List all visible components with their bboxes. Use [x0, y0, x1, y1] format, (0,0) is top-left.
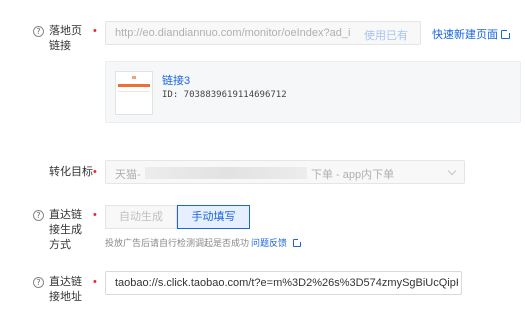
required-mark: • — [93, 25, 97, 37]
feedback-link[interactable]: 问题反馈 — [251, 238, 302, 248]
required-mark: • — [93, 209, 97, 221]
landing-page-label: 落地页链接 — [49, 25, 82, 52]
quick-new-page-label[interactable]: 快速新建页面 — [432, 29, 498, 41]
landing-page-title-link[interactable]: 链接3 — [162, 72, 190, 88]
help-icon[interactable]: ? — [33, 210, 44, 221]
deeplink-address-label: 直达链接地址 — [49, 276, 82, 303]
deeplink-hint-text: 投放广告后请自行检测调起是否成功 — [105, 238, 250, 248]
external-link-icon[interactable] — [501, 29, 511, 39]
landing-page-id: ID: 7038839619114696712 — [162, 90, 287, 100]
deeplink-mode-label: 直达链接生成方式 — [49, 209, 82, 251]
conversion-value-prefix: 天猫- — [115, 169, 141, 181]
conversion-value-suffix: 下单 - app内下单 — [311, 169, 395, 181]
redacted-text — [145, 167, 307, 179]
feedback-label[interactable]: 问题反馈 — [251, 238, 287, 248]
deeplink-address-value[interactable]: taobao://s.click.taobao.com/t?e=m%3D2%26… — [115, 277, 458, 289]
landing-page-card[interactable]: 链接3 ID: 7038839619114696712 — [105, 61, 521, 123]
required-mark: • — [93, 276, 97, 288]
help-icon[interactable]: ? — [33, 277, 44, 288]
external-link-icon[interactable] — [292, 238, 302, 247]
quick-new-page-link[interactable]: 快速新建页面 — [432, 26, 511, 42]
required-mark: • — [93, 166, 97, 178]
landing-page-url-value[interactable]: http://eo.diandiannuo.com/monitor/oeInde… — [115, 27, 350, 39]
page-thumbnail — [115, 71, 153, 115]
conversion-target-label: 转化目标 — [49, 166, 93, 178]
chevron-down-icon[interactable] — [447, 166, 457, 176]
help-icon[interactable]: ? — [33, 26, 44, 37]
conversion-target-select[interactable]: 天猫- 下单 - app内下单 — [105, 160, 465, 184]
deeplink-hint: 投放广告后请自行检测调起是否成功 问题反馈 — [105, 236, 302, 249]
auto-generate-option[interactable]: 自动生成 — [105, 205, 177, 229]
deeplink-address-input[interactable]: taobao://s.click.taobao.com/t?e=m%3D2%26… — [105, 271, 462, 295]
use-existing-button[interactable]: 使用已有 — [364, 27, 408, 43]
manual-fill-option[interactable]: 手动填写 — [177, 205, 250, 229]
landing-page-url-input[interactable]: http://eo.diandiannuo.com/monitor/oeInde… — [105, 21, 421, 45]
